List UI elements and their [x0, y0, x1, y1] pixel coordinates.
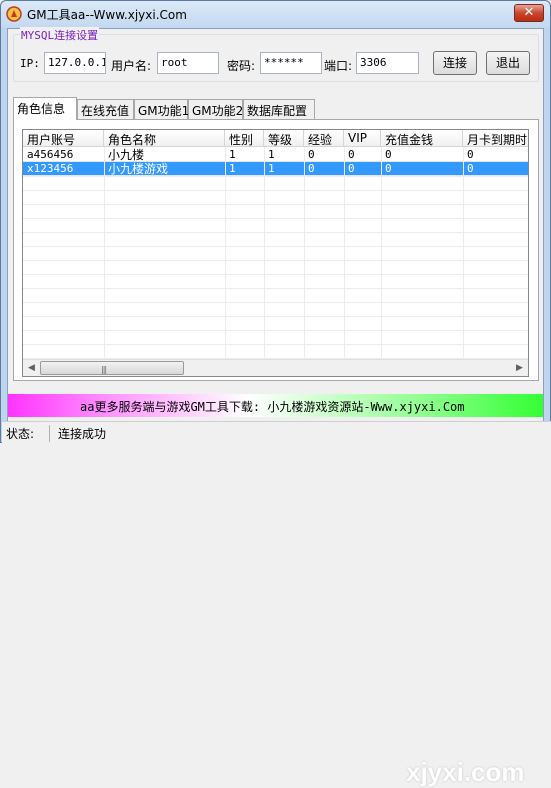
list-header: 用户账号 角色名称 性别 等级 经验 VIP 充值金钱 月卡到期时	[23, 130, 528, 147]
grid-column-line	[463, 147, 464, 360]
client-area: MYSQL连接设置 IP: 127.0.0.1 用户名: root 密码: **…	[2, 27, 551, 787]
ip-input[interactable]: 127.0.0.1	[44, 52, 106, 74]
column-header-monthly-card[interactable]: 月卡到期时	[463, 130, 528, 147]
tab-online-recharge[interactable]: 在线充值	[77, 99, 134, 119]
status-bar: 状态: 连接成功	[2, 421, 551, 443]
port-label: 端口:	[324, 59, 353, 73]
gm-tool-icon	[6, 6, 22, 22]
horizontal-scrollbar[interactable]: ◀ ||| ▶	[23, 359, 528, 376]
grid-row-line	[23, 302, 528, 303]
exit-button[interactable]: 退出	[486, 51, 530, 75]
table-row[interactable]: a456456 小九楼 1 1 0 0 0 0	[23, 148, 528, 162]
arrow-left-icon[interactable]: ◀	[23, 360, 40, 376]
cell-role-name: 小九楼	[108, 148, 145, 162]
grid-row-line	[23, 190, 528, 191]
password-label: 密码:	[227, 59, 256, 73]
grid-row-line	[23, 288, 528, 289]
tab-gm-function-1[interactable]: GM功能1	[134, 99, 189, 119]
column-header-exp[interactable]: 经验	[304, 130, 344, 147]
password-input[interactable]: ******	[260, 52, 322, 74]
cell-role-name: 小九楼游戏	[108, 162, 169, 176]
mysql-group-title: MYSQL连接设置	[20, 27, 100, 43]
title-bar[interactable]: GM工具aa--Www.xjyxi.Com ✕	[1, 1, 550, 28]
cell-monthly-card: 0	[467, 162, 474, 175]
cell-recharge: 0	[385, 162, 392, 175]
grid-row-line	[23, 204, 528, 205]
grid-row-line	[23, 330, 528, 331]
ip-label: IP:	[20, 57, 40, 70]
grid-column-line	[344, 147, 345, 360]
status-value: 连接成功	[58, 427, 107, 441]
promo-banner[interactable]: aa更多服务端与游戏GM工具下载: 小九楼游戏资源站-Www.xjyxi.Com…	[8, 394, 543, 787]
username-input[interactable]: root	[157, 52, 219, 74]
arrow-right-icon[interactable]: ▶	[511, 360, 528, 376]
grid-column-line	[104, 147, 105, 360]
grid-row-line	[23, 246, 528, 247]
grid-column-line	[381, 147, 382, 360]
cell-vip: 0	[348, 162, 355, 175]
tab-gm-function-2[interactable]: GM功能2	[188, 99, 243, 119]
cell-gender: 1	[229, 148, 236, 161]
tab-role-info[interactable]: 角色信息	[13, 97, 77, 120]
close-button[interactable]: ✕	[514, 4, 544, 22]
tab-strip: 角色信息 在线充值 GM功能1 GM功能2 数据库配置	[13, 97, 539, 120]
app-window: GM工具aa--Www.xjyxi.Com ✕ MYSQL连接设置 IP: 12…	[0, 0, 551, 787]
status-label: 状态:	[6, 425, 50, 442]
cell-level: 1	[268, 148, 275, 161]
cell-account: x123456	[27, 162, 74, 175]
cell-exp: 0	[308, 162, 315, 175]
role-info-panel: 用户账号 角色名称 性别 等级 经验 VIP 充值金钱 月卡到期时 a45645…	[13, 119, 539, 381]
grid-row-line	[23, 232, 528, 233]
watermark: xjyxi.com	[406, 757, 525, 787]
cell-vip: 0	[348, 148, 355, 161]
mysql-settings-group: MYSQL连接设置 IP: 127.0.0.1 用户名: root 密码: **…	[13, 27, 539, 82]
cell-exp: 0	[308, 148, 315, 161]
connect-button[interactable]: 连接	[433, 51, 477, 75]
column-header-account[interactable]: 用户账号	[23, 130, 104, 147]
cell-gender: 1	[229, 162, 236, 175]
scrollbar-thumb[interactable]: |||	[40, 361, 184, 375]
grid-column-line	[225, 147, 226, 360]
column-header-vip[interactable]: VIP	[344, 130, 381, 147]
cell-level: 1	[268, 162, 275, 175]
cell-recharge: 0	[385, 148, 392, 161]
grip-icon: |||	[101, 365, 107, 374]
username-label: 用户名:	[111, 59, 152, 73]
grid-row-line	[23, 218, 528, 219]
grid-column-line	[264, 147, 265, 360]
table-row[interactable]: x123456 小九楼游戏 1 1 0 0 0 0	[23, 162, 528, 176]
grid-row-line	[23, 274, 528, 275]
column-header-gender[interactable]: 性别	[225, 130, 264, 147]
column-header-recharge[interactable]: 充值金钱	[381, 130, 463, 147]
window-title: GM工具aa--Www.xjyxi.Com	[27, 8, 187, 22]
grid-row-line	[23, 344, 528, 345]
port-input[interactable]: 3306	[356, 52, 419, 74]
grid-column-line	[304, 147, 305, 360]
grid-row-line	[23, 260, 528, 261]
cell-account: a456456	[27, 148, 74, 161]
role-list[interactable]: 用户账号 角色名称 性别 等级 经验 VIP 充值金钱 月卡到期时 a45645…	[22, 129, 529, 377]
column-header-role-name[interactable]: 角色名称	[104, 130, 225, 147]
grid-row-line	[23, 316, 528, 317]
banner-text: aa更多服务端与游戏GM工具下载: 小九楼游戏资源站-Www.xjyxi.Com	[80, 400, 465, 414]
tab-database-config[interactable]: 数据库配置	[243, 99, 315, 119]
cell-monthly-card: 0	[467, 148, 474, 161]
column-header-level[interactable]: 等级	[264, 130, 304, 147]
grid-row-line	[23, 176, 528, 177]
